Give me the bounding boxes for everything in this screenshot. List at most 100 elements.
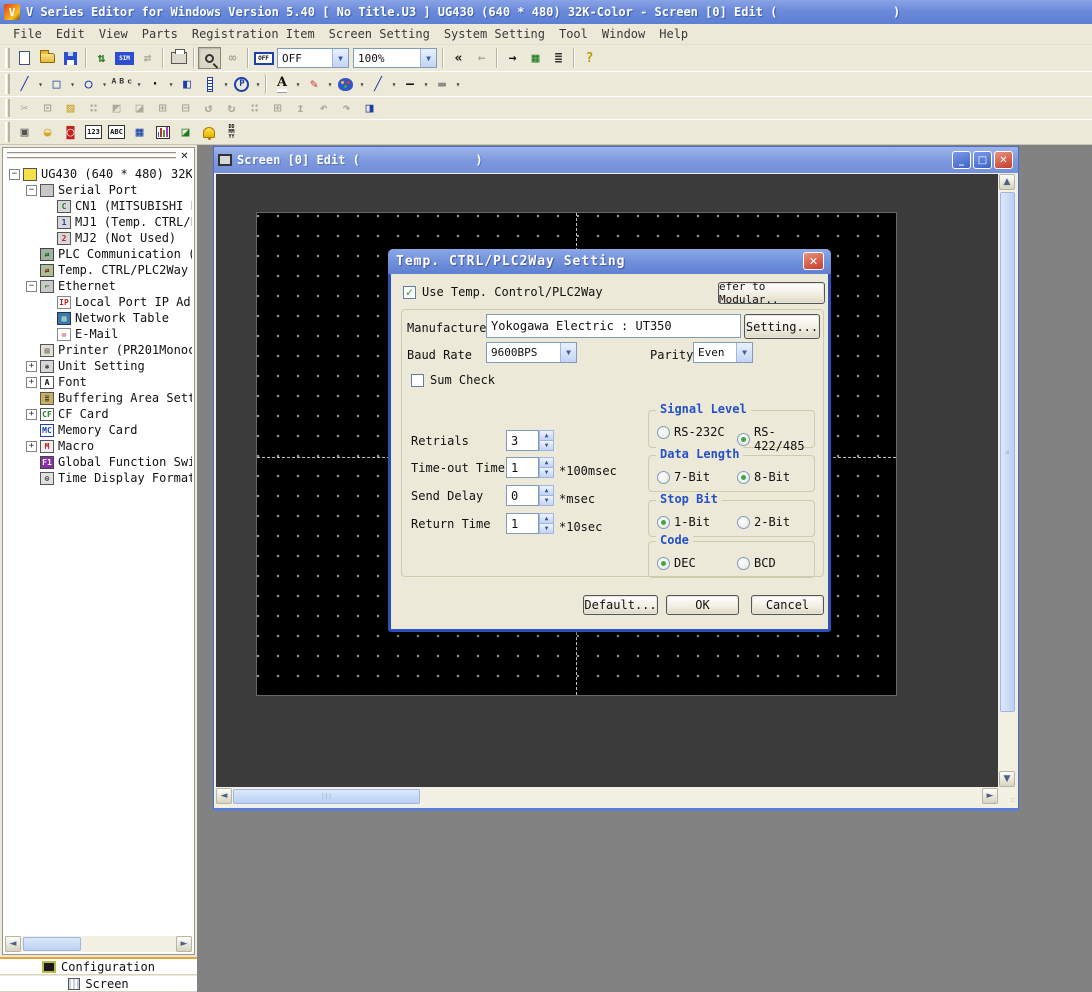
parts-place-dropdown-icon[interactable]: ▾ [253,80,262,89]
tree-hscrollbar[interactable]: ◄ ► [5,936,192,952]
menu-file[interactable]: File [6,25,49,43]
draw-line-dropdown-icon[interactable]: ▾ [36,80,45,89]
parts-place-button[interactable]: P [230,73,253,95]
draw-text-dropdown-icon[interactable]: ▾ [134,80,143,89]
manufacture-field[interactable]: Yokogawa Electric : UT350 [486,314,741,338]
return-time-stepper[interactable]: ▲▼ [539,513,554,534]
menu-registration-item[interactable]: Registration Item [185,25,322,43]
rs-422-485-radio-option[interactable]: RS-422/485 [737,425,814,453]
multi-copy-button[interactable]: ∷ [82,97,105,119]
send-delay-increment-icon[interactable]: ▲ [540,486,553,495]
parity-dropdown-icon[interactable]: ▼ [736,343,752,362]
tree-item-e-mail[interactable]: ✉E-Mail [5,326,192,342]
env-select-button[interactable]: ◨ [358,97,381,119]
tree-item-memory-card[interactable]: MCMemory Card [5,422,192,438]
buzzer-part-button[interactable] [197,121,220,143]
tree-item-macro[interactable]: +MMacro [5,438,192,454]
zoom-select[interactable]: 100%▼ [353,48,437,68]
send-delay-decrement-icon[interactable]: ▼ [540,495,553,505]
draw-line-button[interactable]: ╱ [13,73,36,95]
send-delay-field[interactable]: 0 [506,485,539,506]
canvas-vscrollbar[interactable]: ▲ ≡ ▼ [999,174,1016,787]
statistic-part-button[interactable]: ◪ [174,121,197,143]
1-bit-radio-option[interactable]: 1-Bit [657,515,710,529]
tree-item-unit-setting[interactable]: +✱Unit Setting [5,358,192,374]
tab-configuration[interactable]: Configuration [0,957,197,975]
rs-232c-radio-option[interactable]: RS-232C [657,425,725,439]
expand-icon[interactable]: + [26,361,37,372]
scroll-right-icon[interactable]: ► [982,788,998,804]
screen-window-titlebar[interactable]: Screen [0] Edit ( ) [214,147,1018,173]
line-type-button[interactable]: ╱ [366,73,389,95]
ungroup-button[interactable]: ⊟ [174,97,197,119]
tree-item-plc-communication-n[interactable]: ⇄PLC Communication (N [5,246,192,262]
menu-window[interactable]: Window [595,25,652,43]
line-width-button[interactable]: — [398,73,421,95]
item-next-button[interactable]: → [501,47,524,69]
8-bit-radio[interactable] [737,471,750,484]
upload-transfer-button[interactable]: ⇄ [136,47,159,69]
bcd-radio-option[interactable]: BCD [737,556,776,570]
alarm-part-button[interactable]: ◙ [59,121,82,143]
toolbar-grip[interactable] [5,48,10,69]
collapse-icon[interactable]: − [26,281,37,292]
graph-part-button[interactable] [151,121,174,143]
window-close-icon[interactable]: ✕ [994,151,1013,169]
tree-hscroll-thumb[interactable] [23,937,81,951]
time-out-time-increment-icon[interactable]: ▲ [540,458,553,467]
tree-item-cn1-mitsubishi-e[interactable]: CCN1 (MITSUBISHI E [5,198,192,214]
setting-button[interactable]: Setting... [744,314,820,339]
print-button[interactable] [167,47,190,69]
tree-item-ug430-640-480-32k[interactable]: −UG430 (640 * 480) 32K- [5,166,192,182]
char-color-dropdown-icon[interactable]: ▾ [293,80,302,89]
item-prev-button[interactable]: ← [470,47,493,69]
tree-item-temp-ctrl-plc2way[interactable]: ⇄Temp. CTRL/PLC2Way [5,262,192,278]
tree-item-serial-port[interactable]: −Serial Port [5,182,192,198]
copy-button[interactable]: ⊡ [36,97,59,119]
default-button[interactable]: Default... [583,595,658,615]
scroll-left-icon[interactable]: ◄ [216,788,232,804]
tab-screen[interactable]: Screen [0,976,197,992]
expand-icon[interactable]: + [26,377,37,388]
panel-close-icon[interactable]: ✕ [178,150,191,163]
menu-screen-setting[interactable]: Screen Setting [322,25,437,43]
dialog-close-icon[interactable]: ✕ [803,252,824,270]
align-grid-button[interactable]: ∷ [243,97,266,119]
tree-item-ethernet[interactable]: −⌐Ethernet [5,278,192,294]
menu-help[interactable]: Help [652,25,695,43]
draw-dot-button[interactable]: · [143,73,166,95]
dec-radio-option[interactable]: DEC [657,556,696,570]
rotate-cw-button[interactable]: ↻ [220,97,243,119]
tree-item-font[interactable]: +AFont [5,374,192,390]
binoculars-button[interactable]: ∞ [221,47,244,69]
state-select[interactable]: OFF▼ [277,48,349,68]
panel-grip[interactable] [7,152,176,160]
tree-item-mj2-not-used[interactable]: 2MJ2 (Not Used) [5,230,192,246]
scroll-down-icon[interactable]: ▼ [999,771,1015,787]
open-file-button[interactable] [36,47,59,69]
align-parts-button[interactable]: ⊞ [266,97,289,119]
tree-item-buffering-area-sett[interactable]: ≣Buffering Area Sett [5,390,192,406]
collapse-icon[interactable]: − [26,185,37,196]
redo-button[interactable]: ↷ [335,97,358,119]
pen-dropdown-icon[interactable]: ▾ [325,80,334,89]
screen-transfer-button[interactable]: ⇅ [90,47,113,69]
time-out-time-stepper[interactable]: ▲▼ [539,457,554,478]
dialog-titlebar[interactable]: Temp. CTRL/PLC2Way Setting [388,249,831,274]
keypad-part-button[interactable]: ▦ [128,121,151,143]
menu-edit[interactable]: Edit [49,25,92,43]
draw-rect-dropdown-icon[interactable]: ▾ [68,80,77,89]
scroll-up-icon[interactable]: ▲ [999,174,1015,190]
retrials-decrement-icon[interactable]: ▼ [540,440,553,450]
cut-button[interactable]: ✂ [13,97,36,119]
dec-radio[interactable] [657,557,670,570]
pin-button[interactable]: ↥ [289,97,312,119]
tree-item-local-port-ip-ad[interactable]: IPLocal Port IP Ad [5,294,192,310]
simulator-button[interactable]: SIM [113,47,136,69]
display-change-button[interactable]: ▦ [524,47,547,69]
2-bit-radio-option[interactable]: 2-Bit [737,515,790,529]
bcd-radio[interactable] [737,557,750,570]
toolbar-grip[interactable] [5,74,10,93]
bring-front-button[interactable]: ◩ [105,97,128,119]
toolbar-grip[interactable] [5,122,10,141]
